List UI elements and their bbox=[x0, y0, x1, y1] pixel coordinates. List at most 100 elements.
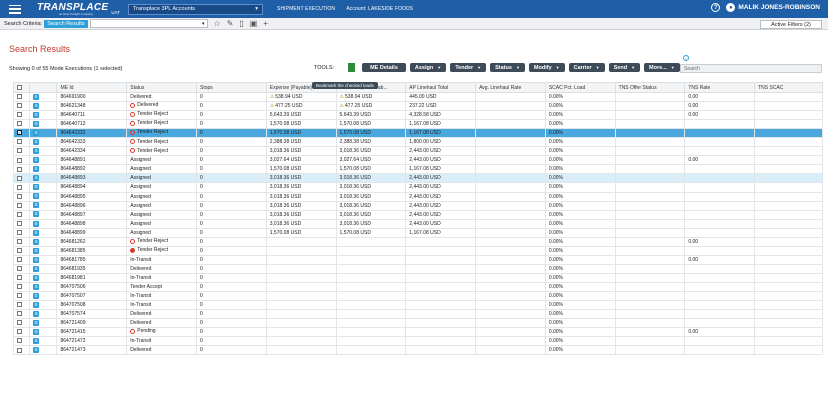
column-header[interactable]: Avg. Linehaul Rate bbox=[475, 82, 546, 93]
checkbox-cell[interactable] bbox=[12, 200, 31, 211]
checkbox-cell[interactable] bbox=[12, 263, 31, 274]
icon-cell[interactable]: S bbox=[29, 182, 58, 193]
table-row[interactable]: S 864648892 Assigned 0 1,570.08 USD 1,570.08 … bbox=[12, 164, 823, 175]
me-details-button[interactable]: ME Details bbox=[362, 63, 406, 72]
column-header[interactable] bbox=[29, 82, 58, 93]
shipment-detail-icon[interactable]: S bbox=[33, 202, 40, 209]
checkbox-cell[interactable] bbox=[12, 137, 31, 148]
table-row[interactable]: S 864640711 Tender Reject 0 5,643.39 USD 5,64… bbox=[12, 110, 823, 121]
checkbox-cell[interactable] bbox=[12, 245, 31, 256]
table-row[interactable]: S 864681981 In-Transit 0 0.00% bbox=[12, 272, 823, 283]
row-checkbox[interactable] bbox=[17, 247, 22, 253]
user-name[interactable]: MALIK JONES-ROBINSON bbox=[738, 4, 820, 11]
checkbox-cell[interactable] bbox=[12, 209, 31, 220]
row-checkbox[interactable] bbox=[17, 139, 22, 145]
row-checkbox[interactable] bbox=[17, 275, 22, 281]
icon-cell[interactable]: S bbox=[29, 173, 58, 184]
icon-cell[interactable]: S bbox=[29, 155, 58, 166]
icon-cell[interactable]: S bbox=[29, 119, 58, 130]
shipment-detail-icon[interactable]: S bbox=[33, 229, 40, 236]
icon-cell[interactable]: S bbox=[29, 300, 58, 311]
icon-cell[interactable]: S bbox=[29, 318, 58, 329]
assign-button[interactable]: Assign ▼ bbox=[409, 63, 447, 72]
icon-cell[interactable]: S bbox=[29, 281, 58, 293]
row-checkbox[interactable] bbox=[17, 202, 22, 208]
checkbox-cell[interactable] bbox=[12, 309, 31, 320]
shipment-detail-icon[interactable]: S bbox=[33, 184, 40, 191]
icon-cell[interactable]: S bbox=[29, 245, 58, 256]
checkbox-cell[interactable] bbox=[12, 146, 31, 157]
search-input[interactable]: Search bbox=[680, 64, 822, 73]
checkbox-cell[interactable] bbox=[12, 155, 31, 166]
row-checkbox[interactable] bbox=[17, 257, 22, 263]
checkbox-cell[interactable] bbox=[12, 128, 31, 139]
status-button[interactable]: Status ▼ bbox=[490, 63, 525, 72]
column-header[interactable]: ME Id bbox=[56, 82, 128, 93]
icon-cell[interactable]: S bbox=[29, 218, 58, 229]
table-row[interactable]: S 864648898 Assigned 0 3,018.36 USD 3,018.36 … bbox=[12, 218, 823, 229]
shipment-detail-icon[interactable]: S bbox=[33, 166, 40, 173]
table-row[interactable]: S 864621348 Delivered 0 ⚠477.25 USD ⚠477.25 U… bbox=[12, 101, 823, 112]
shipment-detail-icon[interactable]: S bbox=[33, 157, 40, 164]
table-row[interactable]: S 864681785 In-Transit 0 0.00% 0.00 bbox=[12, 254, 823, 265]
icon-cell[interactable]: S bbox=[29, 164, 58, 175]
more-button[interactable]: More... ▼ bbox=[644, 63, 680, 72]
shipment-detail-icon[interactable]: S bbox=[33, 347, 40, 354]
table-row[interactable]: S864642332Tender Reject01,570.08 USD1,57… bbox=[12, 128, 823, 139]
me-id-cell[interactable]: 864640712 bbox=[56, 119, 128, 130]
icon-cell[interactable]: S bbox=[29, 272, 58, 283]
table-row[interactable]: S 864648891 Assigned 0 3,027.64 USD 3,027.64 … bbox=[12, 155, 823, 166]
row-checkbox[interactable] bbox=[17, 238, 22, 244]
shipment-detail-icon[interactable]: S bbox=[33, 274, 40, 281]
tender-button[interactable]: Tender ▼ bbox=[450, 63, 487, 72]
me-id-cell[interactable]: 864648898 bbox=[56, 218, 128, 229]
me-id-cell[interactable]: 864707507 bbox=[56, 291, 128, 302]
row-checkbox[interactable] bbox=[17, 311, 22, 317]
shipment-detail-icon[interactable]: S bbox=[33, 121, 40, 127]
table-row[interactable]: S 864642334 Tender Reject 0 3,018.36 USD 3,01… bbox=[12, 146, 823, 157]
shipment-detail-icon[interactable]: S bbox=[33, 292, 40, 299]
me-id-cell[interactable]: 864648894 bbox=[56, 182, 128, 193]
shipment-detail-icon[interactable]: S bbox=[33, 320, 40, 327]
row-checkbox[interactable] bbox=[17, 94, 22, 100]
table-row[interactable]: S 864648894 Assigned 0 3,018.36 USD 3,018.36 … bbox=[12, 182, 823, 193]
shipment-detail-icon[interactable]: S bbox=[33, 283, 40, 290]
row-checkbox[interactable] bbox=[17, 229, 22, 235]
table-row[interactable]: S 864721415 Pending 0 0.00% 0.00 bbox=[12, 327, 823, 338]
icon-cell[interactable]: S bbox=[29, 263, 58, 274]
icon-cell[interactable]: S bbox=[29, 327, 58, 338]
me-id-cell[interactable]: 864721409 bbox=[56, 318, 128, 329]
row-checkbox[interactable] bbox=[17, 293, 22, 299]
table-row[interactable]: S 864721409 Delivered 0 0.00% bbox=[12, 318, 823, 329]
table-row[interactable]: S 864681935 Delivered 0 0.00% bbox=[12, 263, 823, 274]
row-checkbox[interactable] bbox=[17, 338, 22, 344]
checkbox-cell[interactable] bbox=[12, 91, 31, 103]
plus-icon[interactable]: + bbox=[263, 19, 268, 28]
me-id-cell[interactable]: 864642333 bbox=[56, 137, 128, 148]
icon-cell[interactable]: S bbox=[29, 110, 58, 121]
icon-cell[interactable]: S bbox=[29, 336, 58, 347]
user-avatar-icon[interactable]: ● bbox=[726, 3, 736, 12]
shipment-detail-icon[interactable]: S bbox=[33, 238, 40, 245]
column-header[interactable]: Stops bbox=[196, 82, 267, 93]
row-checkbox[interactable] bbox=[17, 121, 22, 127]
checkbox-cell[interactable] bbox=[12, 318, 31, 329]
me-id-cell[interactable]: 864681785 bbox=[56, 254, 128, 265]
criteria-pill[interactable]: Search Results bbox=[44, 19, 88, 28]
row-checkbox[interactable] bbox=[17, 112, 22, 118]
icon-cell[interactable]: S bbox=[29, 345, 58, 356]
row-checkbox[interactable] bbox=[17, 220, 22, 226]
row-checkbox[interactable] bbox=[17, 320, 22, 326]
bookmark-flag-icon[interactable] bbox=[348, 63, 356, 72]
me-id-cell[interactable]: 864691900 bbox=[56, 91, 128, 103]
row-checkbox[interactable] bbox=[17, 130, 22, 136]
column-header[interactable]: SCAC Pct. Load bbox=[544, 82, 616, 93]
table-row[interactable]: S 864691900 Delivered 0 ⚠538.94 USD ⚠538.94 U… bbox=[12, 91, 823, 103]
table-row[interactable]: S 864648896 Assigned 0 3,018.36 USD 3,018.36 … bbox=[12, 200, 823, 211]
shipment-detail-icon[interactable]: S bbox=[33, 256, 40, 263]
me-id-cell[interactable]: 864648896 bbox=[56, 200, 128, 211]
checkbox-cell[interactable] bbox=[12, 236, 31, 247]
shipment-detail-icon[interactable]: S bbox=[33, 175, 40, 182]
star-icon[interactable]: ☆ bbox=[214, 19, 221, 28]
me-id-cell[interactable]: 864621348 bbox=[56, 101, 128, 112]
